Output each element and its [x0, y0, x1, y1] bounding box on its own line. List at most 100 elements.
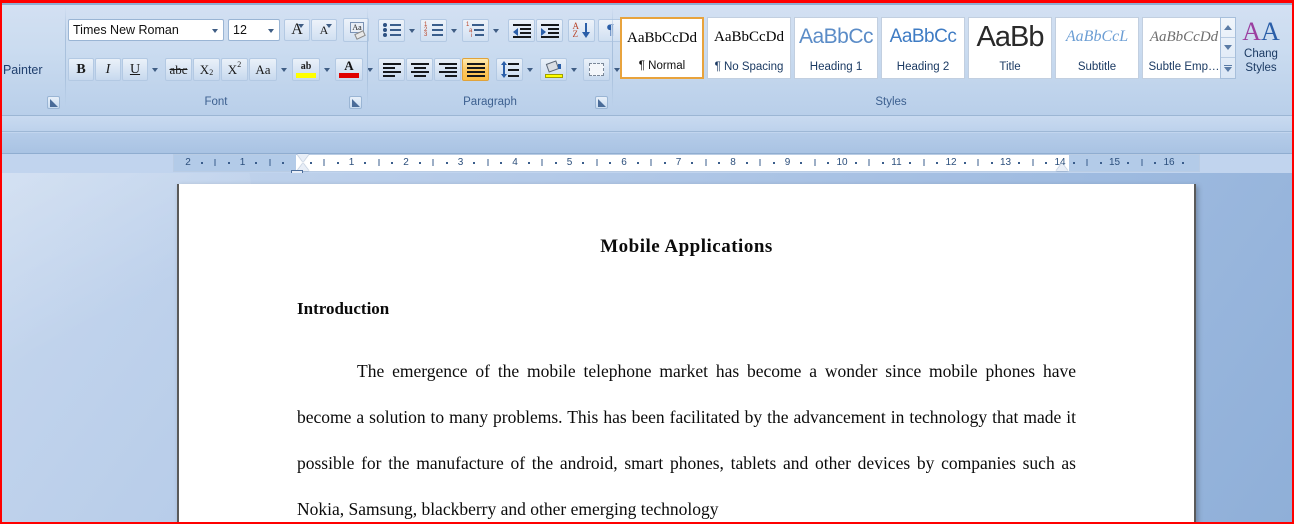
- ruler-label: 12: [945, 157, 957, 168]
- ruler-dot: [881, 162, 884, 164]
- ruler-label: 2: [403, 157, 409, 168]
- italic-button[interactable]: I: [95, 58, 121, 81]
- multilevel-list-button[interactable]: 1 a i: [462, 19, 489, 42]
- shading-dropdown[interactable]: [567, 58, 580, 81]
- highlight-dropdown[interactable]: [320, 58, 333, 81]
- ruler-dot: [1154, 162, 1157, 164]
- ruler-bar: [923, 159, 925, 166]
- toolbar-strip: [2, 133, 1292, 154]
- chevron-down-icon: [570, 67, 577, 72]
- borders-icon: [589, 63, 604, 76]
- line-spacing-icon: [500, 60, 519, 78]
- paragraph-dialog-launcher[interactable]: [595, 96, 608, 109]
- strikethrough-button[interactable]: abc: [165, 58, 192, 81]
- page-workspace: Mobile Applications Introduction The eme…: [2, 173, 1292, 522]
- align-left-button[interactable]: [378, 58, 405, 81]
- change-case-button[interactable]: Aa: [249, 58, 277, 81]
- text-highlight-color-button[interactable]: ab: [292, 58, 320, 81]
- shrink-font-button[interactable]: A: [311, 19, 337, 41]
- underline-button[interactable]: U: [122, 58, 148, 81]
- styles-scroll-up-button[interactable]: [1221, 18, 1235, 38]
- italic-label: I: [105, 61, 111, 77]
- ruler-dot: [1045, 162, 1048, 164]
- style-item-normal[interactable]: AaBbCcDd ¶ Normal: [620, 17, 704, 79]
- ribbon-group-clipboard: t Painter: [0, 6, 64, 113]
- chevron-down-icon: [492, 28, 499, 33]
- bullets-dropdown[interactable]: [405, 19, 418, 42]
- ruler-label: 6: [621, 157, 627, 168]
- document-page[interactable]: Mobile Applications Introduction The eme…: [177, 184, 1196, 522]
- multilevel-list-dropdown[interactable]: [489, 19, 502, 42]
- style-item-no-spacing[interactable]: AaBbCcDd ¶ No Spacing: [707, 17, 791, 79]
- numbering-dropdown[interactable]: [447, 19, 460, 42]
- ruler-dot: [336, 162, 339, 164]
- style-label: Subtle Emp…: [1148, 61, 1220, 73]
- ribbon-group-paragraph: 1 2 3 1 a i A Z ¶ Paragraph: [368, 6, 623, 113]
- bullets-button[interactable]: [378, 19, 405, 42]
- chevron-down-icon[interactable]: [212, 29, 218, 33]
- superscript-button[interactable]: X2: [221, 58, 248, 81]
- grow-font-button[interactable]: A: [284, 19, 310, 41]
- ruler-dot: [772, 162, 775, 164]
- style-item-subtitle[interactable]: AaBbCcL Subtitle: [1055, 17, 1139, 79]
- increase-indent-button[interactable]: [536, 19, 563, 42]
- borders-button[interactable]: [583, 58, 610, 81]
- decrease-indent-button[interactable]: [508, 19, 535, 42]
- chevron-down-icon: [280, 67, 287, 72]
- styles-scroll-down-button[interactable]: [1221, 38, 1235, 58]
- font-color-button[interactable]: A: [335, 58, 363, 81]
- align-center-button[interactable]: [406, 58, 433, 81]
- line-spacing-dropdown[interactable]: [523, 58, 536, 81]
- ruler-bar: [977, 159, 979, 166]
- styles-more-button[interactable]: [1221, 58, 1235, 78]
- ruler-dot: [445, 162, 448, 164]
- clear-formatting-button[interactable]: Aa: [343, 18, 369, 42]
- right-indent-marker[interactable]: [1056, 163, 1068, 171]
- horizontal-ruler[interactable]: 2 1 1 2 3 4 5 6 7 8 9 10 11 12 13 14 15 16: [173, 154, 1200, 175]
- style-item-title[interactable]: AaBb Title: [968, 17, 1052, 79]
- font-name-input[interactable]: Times New Roman: [68, 19, 224, 41]
- clipboard-dialog-launcher[interactable]: [47, 96, 60, 109]
- numbering-button[interactable]: 1 2 3: [420, 19, 447, 42]
- ruler-dot: [282, 162, 285, 164]
- style-item-heading-1[interactable]: AaBbCc Heading 1: [794, 17, 878, 79]
- style-item-heading-2[interactable]: AaBbCc Heading 2: [881, 17, 965, 79]
- ruler-bar: [868, 159, 870, 166]
- ruler-tick-marks: 2 1 1 2 3 4 5 6 7 8 9 10 11 12 13 14 15 16: [174, 155, 1199, 171]
- style-item-subtle-emphasis[interactable]: AaBbCcDd Subtle Emp…: [1142, 17, 1226, 79]
- decrease-indent-icon: [512, 23, 531, 38]
- more-icon: [1224, 64, 1232, 72]
- highlight-swatch: [296, 73, 316, 78]
- paint-bucket-icon: [544, 59, 563, 78]
- font-size-input[interactable]: 12: [228, 19, 280, 41]
- styles-gallery-scrollbar[interactable]: [1220, 17, 1236, 79]
- document-heading-text: Introduction: [297, 299, 390, 318]
- ruler-label: 9: [784, 157, 791, 168]
- change-styles-button[interactable]: AA Chang Styles: [1236, 14, 1286, 88]
- change-styles-line-1: Chang: [1244, 48, 1278, 60]
- chevron-down-icon[interactable]: [268, 29, 274, 33]
- format-painter-button[interactable]: t Painter: [0, 63, 43, 77]
- sort-button[interactable]: A Z: [568, 19, 595, 42]
- align-right-button[interactable]: [434, 58, 461, 81]
- styles-group-body: AaBbCcDd ¶ Normal AaBbCcDd ¶ No Spacing …: [614, 6, 1286, 92]
- document-content[interactable]: Mobile Applications Introduction The eme…: [179, 184, 1194, 522]
- change-styles-icon-a: A: [1242, 17, 1261, 46]
- justify-button[interactable]: [462, 58, 489, 81]
- highlight-label: ab: [300, 61, 312, 72]
- ruler-dot: [909, 162, 912, 164]
- font-dialog-launcher[interactable]: [349, 96, 362, 109]
- style-preview: AaBbCcDd: [714, 29, 784, 45]
- shading-button[interactable]: [540, 58, 567, 81]
- change-case-dropdown[interactable]: [277, 58, 290, 81]
- first-line-indent-marker[interactable]: [297, 154, 309, 162]
- bold-button[interactable]: B: [68, 58, 94, 81]
- line-spacing-button[interactable]: [496, 58, 523, 81]
- clipboard-group-body: t Painter: [0, 6, 64, 92]
- style-preview: AaBbCcL: [1065, 28, 1129, 45]
- font-size-value: 12: [233, 23, 247, 37]
- subscript-button[interactable]: X2: [193, 58, 220, 81]
- paragraph-group-body: 1 2 3 1 a i A Z ¶: [368, 6, 623, 92]
- ruler-label: 7: [675, 157, 682, 168]
- underline-dropdown[interactable]: [148, 58, 162, 81]
